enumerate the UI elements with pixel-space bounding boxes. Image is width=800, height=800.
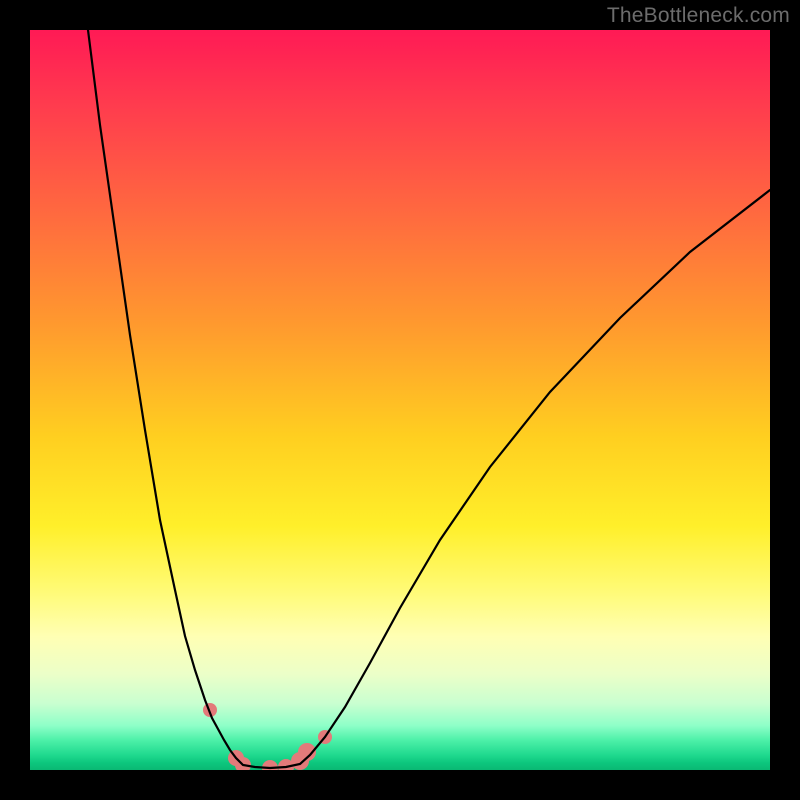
chart-frame: TheBottleneck.com (0, 0, 800, 800)
plot-area (30, 30, 770, 770)
watermark-text: TheBottleneck.com (607, 4, 790, 28)
curve-layer (30, 30, 770, 770)
bottleneck-curve (88, 30, 770, 768)
